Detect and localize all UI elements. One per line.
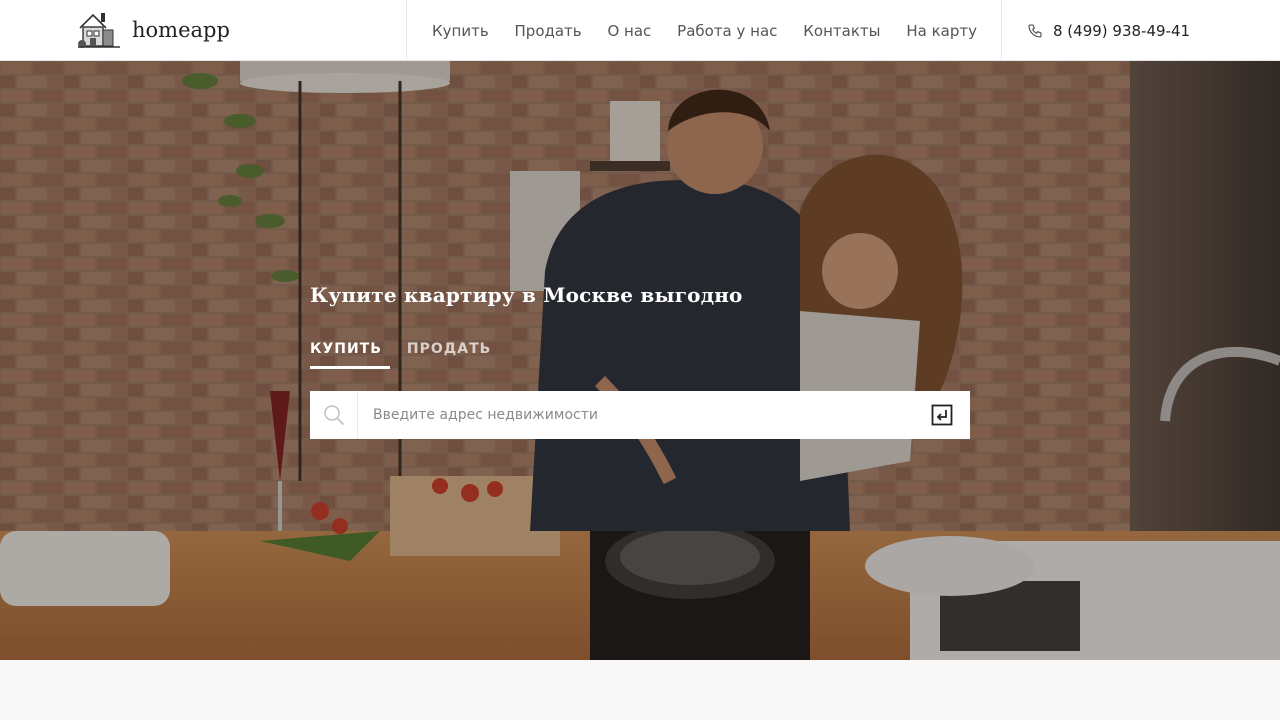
deal-type-tabs: КУПИТЬ ПРОДАТЬ	[310, 341, 508, 369]
hero-section: Купите квартиру в Москве выгодно КУПИТЬ …	[0, 61, 1280, 660]
tab-buy[interactable]: КУПИТЬ	[310, 341, 390, 369]
phone-number[interactable]: 8 (499) 938-49-41	[1053, 22, 1190, 40]
nav-item-buy[interactable]: Купить	[432, 22, 489, 40]
enter-icon	[931, 404, 953, 426]
hero-overlay	[0, 61, 1280, 660]
house-logo-icon	[78, 13, 120, 48]
address-search-input[interactable]	[358, 391, 914, 439]
brand-name: homeapp	[132, 18, 230, 42]
nav-item-sell[interactable]: Продать	[515, 22, 582, 40]
content-area	[0, 660, 1280, 720]
tab-sell[interactable]: ПРОДАТЬ	[407, 341, 491, 369]
nav-item-contacts[interactable]: Контакты	[803, 22, 880, 40]
nav-item-about[interactable]: О нас	[607, 22, 651, 40]
hero-headline: Купите квартиру в Москве выгодно	[310, 283, 743, 307]
nav-item-map[interactable]: На карту	[906, 22, 977, 40]
address-search-form	[310, 391, 970, 439]
phone-icon	[1028, 23, 1042, 38]
site-header: homeapp Купить Продать О нас Работа у на…	[0, 0, 1280, 61]
search-icon	[323, 405, 344, 425]
nav-item-careers[interactable]: Работа у нас	[677, 22, 777, 40]
logo-link[interactable]: homeapp	[76, 10, 230, 50]
contact-phone[interactable]: 8 (499) 938-49-41	[1027, 0, 1190, 61]
search-icon-box	[310, 391, 358, 439]
search-submit-button[interactable]	[914, 391, 970, 439]
main-nav: Купить Продать О нас Работа у нас Контак…	[406, 0, 1002, 61]
